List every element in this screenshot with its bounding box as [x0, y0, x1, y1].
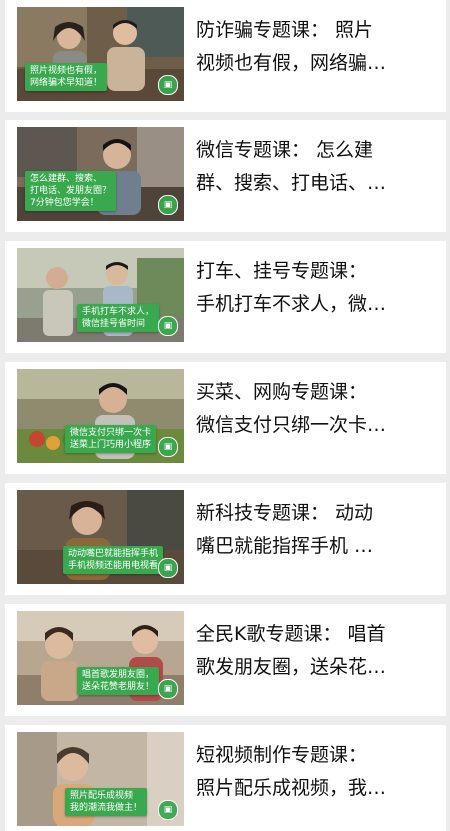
- course-card[interactable]: 动动嘴巴就能指挥手机 手机视频还能用电视看 ▣ 新科技专题课： 动动 嘴巴就能指…: [5, 483, 446, 595]
- course-title-line: 群、搜索、打电话、…: [196, 172, 387, 194]
- caption-line: 照片配乐成视频: [70, 791, 134, 801]
- course-title-line: 嘴巴就能指挥手机 …: [196, 535, 374, 557]
- thumbnail-caption: 怎么建群、搜索、 打电话、发朋友圈？ 7分钟包您学会！: [25, 171, 117, 211]
- course-thumbnail[interactable]: 手机打车不求人， 微信挂号省时间 ▣: [17, 248, 184, 342]
- thumbnail-caption: 微信支付只绑一次卡 送菜上门巧用小程序: [65, 425, 157, 453]
- caption-line: 手机打车不求人，: [82, 307, 155, 317]
- course-title[interactable]: 打车、挂号专题课： 手机打车不求人，微…: [196, 255, 440, 321]
- thumbnail-caption: 照片配乐成视频 我的潮流我做主！: [65, 788, 148, 816]
- course-title-line: 视频也有假，网络骗…: [196, 52, 387, 74]
- course-card[interactable]: 怎么建群、搜索、 打电话、发朋友圈？ 7分钟包您学会！ ▣ 微信专题课： 怎么建…: [5, 120, 446, 232]
- caption-line: 送朵花赞老朋友！: [82, 682, 155, 692]
- caption-line: 我的潮流我做主！: [70, 803, 143, 813]
- tv-icon: ▣: [158, 679, 178, 699]
- course-title-line: 新科技专题课： 动动: [196, 502, 374, 524]
- caption-line: 动动嘴巴就能指挥手机: [68, 549, 159, 559]
- thumbnail-caption: 动动嘴巴就能指挥手机 手机视频还能用电视看: [63, 546, 164, 574]
- course-title[interactable]: 防诈骗专题课： 照片 视频也有假，网络骗…: [196, 14, 440, 80]
- caption-line: 唱首歌发朋友圈，: [82, 670, 155, 680]
- course-thumbnail[interactable]: 照片配乐成视频 我的潮流我做主！ ▣: [17, 732, 184, 826]
- caption-line: 照片视频也有假，: [30, 66, 103, 76]
- course-list: 照片视频也有假， 网络骗术早知道！ ▣ 防诈骗专题课： 照片 视频也有假，网络骗…: [0, 0, 450, 831]
- tv-icon: ▣: [158, 195, 178, 215]
- tv-icon: ▣: [158, 437, 178, 457]
- course-title-line: 微信支付只绑一次卡…: [196, 414, 387, 436]
- course-card[interactable]: 照片配乐成视频 我的潮流我做主！ ▣ 短视频制作专题课： 照片配乐成视频，我…: [5, 725, 446, 831]
- course-thumbnail[interactable]: 照片视频也有假， 网络骗术早知道！ ▣: [17, 7, 184, 101]
- course-thumbnail[interactable]: 唱首歌发朋友圈， 送朵花赞老朋友！ ▣: [17, 611, 184, 705]
- caption-line: 网络骗术早知道！: [30, 78, 103, 88]
- course-card[interactable]: 手机打车不求人， 微信挂号省时间 ▣ 打车、挂号专题课： 手机打车不求人，微…: [5, 241, 446, 353]
- course-title-line: 歌发朋友圈，送朵花…: [196, 656, 387, 678]
- caption-line: 微信支付只绑一次卡: [70, 428, 152, 438]
- course-title[interactable]: 新科技专题课： 动动 嘴巴就能指挥手机 …: [196, 497, 440, 563]
- course-thumbnail[interactable]: 动动嘴巴就能指挥手机 手机视频还能用电视看 ▣: [17, 490, 184, 584]
- course-title-line: 微信专题课： 怎么建: [196, 139, 374, 161]
- tv-icon: ▣: [158, 558, 178, 578]
- course-title[interactable]: 短视频制作专题课： 照片配乐成视频，我…: [196, 739, 440, 805]
- tv-icon: ▣: [158, 75, 178, 95]
- caption-line: 微信挂号省时间: [82, 319, 146, 329]
- caption-line: 送菜上门巧用小程序: [70, 440, 152, 450]
- course-title-line: 全民K歌专题课： 唱首: [196, 623, 386, 645]
- thumbnail-caption: 手机打车不求人， 微信挂号省时间: [77, 304, 160, 332]
- course-title-line: 短视频制作专题课：: [196, 744, 368, 766]
- caption-line: 打电话、发朋友圈？: [30, 186, 112, 196]
- course-card[interactable]: 唱首歌发朋友圈， 送朵花赞老朋友！ ▣ 全民K歌专题课： 唱首 歌发朋友圈，送朵…: [5, 604, 446, 716]
- thumbnail-caption: 照片视频也有假， 网络骗术早知道！: [25, 63, 108, 91]
- tv-icon: ▣: [158, 316, 178, 336]
- course-title-line: 防诈骗专题课： 照片: [196, 19, 374, 41]
- course-title-line: 买菜、网购专题课：: [196, 381, 368, 403]
- tv-icon: ▣: [158, 800, 178, 820]
- course-title[interactable]: 买菜、网购专题课： 微信支付只绑一次卡…: [196, 376, 440, 442]
- course-title-line: 手机打车不求人，微…: [196, 293, 387, 315]
- course-title-line: 打车、挂号专题课：: [196, 260, 368, 282]
- course-thumbnail[interactable]: 微信支付只绑一次卡 送菜上门巧用小程序 ▣: [17, 369, 184, 463]
- caption-line: 7分钟包您学会！: [30, 198, 99, 208]
- course-card[interactable]: 照片视频也有假， 网络骗术早知道！ ▣ 防诈骗专题课： 照片 视频也有假，网络骗…: [5, 0, 446, 112]
- caption-line: 怎么建群、搜索、: [30, 174, 103, 184]
- course-title-line: 照片配乐成视频，我…: [196, 777, 387, 799]
- course-title[interactable]: 全民K歌专题课： 唱首 歌发朋友圈，送朵花…: [196, 618, 440, 684]
- course-card[interactable]: 微信支付只绑一次卡 送菜上门巧用小程序 ▣ 买菜、网购专题课： 微信支付只绑一次…: [5, 362, 446, 474]
- caption-line: 手机视频还能用电视看: [68, 561, 159, 571]
- course-title[interactable]: 微信专题课： 怎么建 群、搜索、打电话、…: [196, 134, 440, 200]
- course-thumbnail[interactable]: 怎么建群、搜索、 打电话、发朋友圈？ 7分钟包您学会！ ▣: [17, 127, 184, 221]
- thumbnail-caption: 唱首歌发朋友圈， 送朵花赞老朋友！: [77, 667, 160, 695]
